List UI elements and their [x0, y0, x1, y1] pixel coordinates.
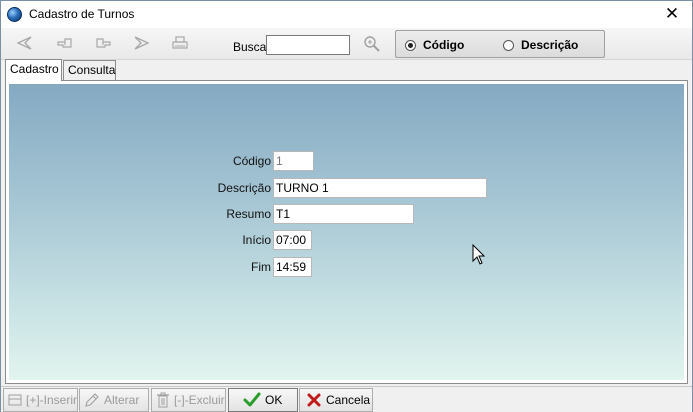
inicio-row: Início — [9, 230, 609, 250]
radio-checked-icon — [405, 39, 416, 51]
radio-unchecked-icon — [503, 39, 514, 51]
magnifier-icon — [364, 36, 380, 52]
close-button[interactable]: ✕ — [652, 1, 692, 28]
app-logo-icon — [7, 7, 22, 22]
first-record-button[interactable] — [11, 32, 37, 54]
tab-consulta[interactable]: Consulta — [63, 60, 116, 80]
inicio-label: Início — [242, 233, 271, 247]
codigo-label: Código — [232, 154, 271, 168]
check-icon — [243, 392, 261, 407]
alterar-button[interactable]: Alterar — [79, 388, 149, 412]
form-background: Código Descrição Resumo Início Fim — [9, 84, 684, 380]
hand-point-left-icon — [57, 38, 72, 48]
window-title: Cadastro de Turnos — [29, 7, 135, 21]
arrow-last-icon — [134, 36, 150, 50]
last-record-button[interactable] — [129, 32, 155, 54]
tab-cadastro[interactable]: Cadastro — [5, 59, 62, 81]
cancel-x-icon — [307, 393, 321, 407]
ok-button[interactable]: OK — [228, 388, 298, 412]
inicio-input[interactable] — [273, 230, 312, 250]
title-bar: Cadastro de Turnos ✕ — [1, 1, 692, 28]
radio-codigo[interactable]: Código — [405, 38, 464, 52]
excluir-label: [-]-Excluir — [174, 393, 225, 407]
insert-record-icon — [8, 394, 22, 406]
print-button[interactable] — [167, 32, 193, 54]
resumo-input[interactable] — [273, 204, 414, 224]
action-bar: [+]-Inserir Alterar [-]-Excluir OK Cance… — [1, 386, 692, 412]
codigo-input[interactable] — [273, 151, 314, 171]
fim-label: Fim — [251, 260, 271, 274]
inserir-button[interactable]: [+]-Inserir — [3, 388, 78, 412]
codigo-row: Código — [9, 151, 609, 171]
resumo-row: Resumo — [9, 204, 609, 224]
radio-descricao[interactable]: Descrição — [503, 38, 578, 52]
cancela-button[interactable]: Cancela — [299, 388, 373, 412]
alterar-label: Alterar — [104, 393, 140, 407]
navigation-toolbar: Busca Código Descrição — [1, 28, 692, 60]
excluir-button[interactable]: [-]-Excluir — [151, 388, 226, 412]
descricao-label: Descrição — [217, 181, 271, 195]
search-mode-radio-group: Código Descrição — [395, 30, 605, 58]
edit-pencil-icon — [85, 393, 99, 407]
arrow-first-icon — [16, 36, 32, 50]
ok-label: OK — [265, 393, 283, 407]
main-window: Cadastro de Turnos ✕ Busca Código Descri… — [0, 0, 693, 412]
radio-descricao-label: Descrição — [521, 38, 579, 52]
cadastro-panel: Código Descrição Resumo Início Fim — [5, 80, 688, 384]
radio-codigo-label: Código — [423, 38, 465, 52]
descricao-row: Descrição — [9, 178, 609, 198]
busca-label: Busca — [233, 40, 267, 54]
fim-input[interactable] — [273, 257, 312, 277]
mouse-cursor-icon — [472, 244, 486, 265]
fim-row: Fim — [9, 257, 609, 277]
search-button[interactable] — [360, 33, 384, 55]
inserir-label: [+]-Inserir — [26, 393, 78, 407]
descricao-input[interactable] — [273, 178, 487, 198]
cancela-label: Cancela — [326, 393, 371, 407]
previous-record-button[interactable] — [52, 32, 78, 54]
busca-input[interactable] — [266, 35, 350, 55]
trash-icon — [157, 392, 169, 408]
next-record-button[interactable] — [90, 32, 116, 54]
hand-point-right-icon — [96, 38, 111, 48]
resumo-label: Resumo — [226, 207, 271, 221]
printer-icon — [172, 36, 188, 49]
